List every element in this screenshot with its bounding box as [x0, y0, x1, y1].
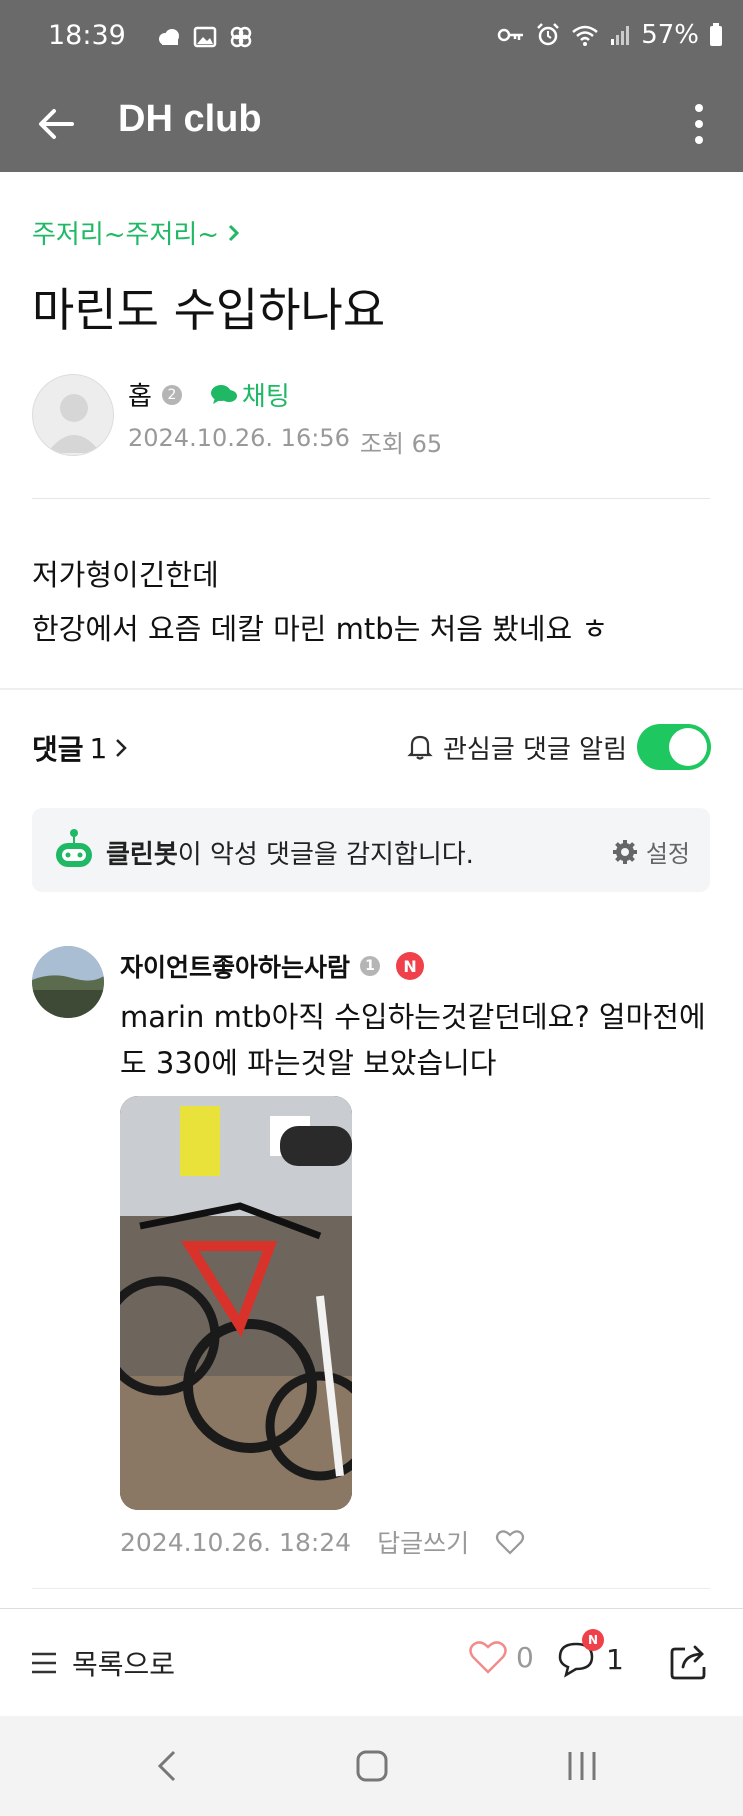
post-views: 조회 65 — [359, 430, 443, 458]
status-time: 18:39 — [48, 20, 126, 51]
like-button[interactable]: 0 — [468, 1639, 534, 1675]
author-row: 홉 2 채팅 — [128, 376, 290, 413]
status-bar: 18:39 57% — [0, 0, 743, 78]
category-label: 주저리~주저리~ — [32, 220, 220, 250]
comment-image[interactable] — [120, 1096, 352, 1510]
cleanbot-setting-label: 설정 — [645, 840, 690, 868]
cleanbot-banner: 클린봇이 악성 댓글을 감지합니다. 설정 — [32, 808, 710, 892]
new-badge: N — [396, 952, 425, 980]
nav-recents-icon[interactable] — [562, 1746, 602, 1786]
alarm-icon — [537, 23, 560, 46]
chevron-right-icon — [116, 739, 128, 757]
nav-back-icon[interactable] — [148, 1746, 188, 1786]
comment-date: 2024.10.26. 18:24 — [120, 1527, 352, 1557]
heart-outline-icon[interactable] — [495, 1528, 525, 1556]
commenter-avatar[interactable] — [32, 946, 104, 1018]
comment-icon-wrap: N — [556, 1629, 604, 1679]
post-body-line: 한강에서 요즘 데칼 마린 mtb는 처음 봤네요 ㅎ — [32, 612, 609, 646]
cloud-icon — [159, 29, 179, 45]
comment-button[interactable]: N 1 — [556, 1629, 624, 1679]
author-level-badge: 2 — [161, 384, 182, 405]
signal-icon — [611, 26, 630, 45]
bicycle-photo — [120, 1096, 352, 1510]
comments-label: 댓글 — [32, 733, 84, 766]
cleanbot-setting-button[interactable]: 설정 — [612, 834, 690, 869]
author-name[interactable]: 홉 — [128, 376, 152, 413]
section-divider — [0, 688, 743, 690]
back-arrow-icon[interactable] — [32, 100, 80, 148]
comment-count: 1 — [606, 1642, 624, 1676]
author-avatar[interactable] — [32, 374, 114, 456]
heart-outline-icon — [469, 1641, 507, 1674]
comment-new-badge: N — [582, 1629, 604, 1651]
comments-header[interactable]: 댓글 1 — [32, 728, 129, 768]
system-nav-bar — [0, 1716, 743, 1816]
comment-level-badge: 1 — [360, 956, 381, 976]
notify-label: 관심글 댓글 알림 — [443, 734, 627, 765]
menu-lines-icon — [32, 1652, 56, 1674]
battery-icon — [710, 23, 722, 46]
key-icon — [497, 28, 524, 42]
nav-home-icon[interactable] — [352, 1746, 392, 1786]
comment-notify-setting: 관심글 댓글 알림 — [407, 724, 711, 770]
gear-icon — [612, 839, 637, 864]
like-count: 0 — [516, 1640, 534, 1674]
comment-meta: 2024.10.26. 18:24 답글쓰기 — [120, 1524, 525, 1560]
post-title: 마린도 수입하나요 — [32, 283, 386, 337]
post-body-line: 저가형이긴한데 — [32, 558, 219, 592]
post-meta: 2024.10.26. 16:56 조회 65 — [128, 424, 442, 459]
app-bar: DH club — [0, 78, 743, 172]
default-avatar-icon — [47, 394, 101, 453]
battery-percent: 57% — [641, 20, 699, 50]
status-left-icons — [156, 24, 254, 50]
bell-icon — [407, 735, 433, 760]
chat-button[interactable]: 채팅 — [210, 376, 290, 413]
comment-text: marin mtb아직 수입하는것같던데요? 얼마전에도 330에 파는것알 보… — [120, 1000, 706, 1080]
app-title: DH club — [118, 98, 262, 140]
post-category-link[interactable]: 주저리~주저리~ — [32, 214, 241, 251]
cleanbot-name: 클린봇 — [106, 840, 178, 870]
divider — [32, 1588, 710, 1589]
comments-count: 1 — [89, 731, 108, 765]
robot-icon — [56, 829, 92, 867]
more-options-icon[interactable] — [687, 98, 711, 150]
wifi-icon — [572, 25, 599, 46]
notify-toggle[interactable] — [637, 724, 711, 770]
comment-author[interactable]: 자이언트좋아하는사람 — [120, 948, 350, 984]
cleanbot-text: 이 악성 댓글을 감지합니다. — [177, 840, 474, 870]
chat-label: 채팅 — [241, 382, 290, 412]
post-body: 저가형이긴한데 한강에서 요즘 데칼 마린 mtb는 처음 봤네요 ㅎ — [32, 548, 608, 656]
share-icon[interactable] — [667, 1639, 711, 1683]
chevron-right-icon — [229, 224, 240, 241]
post-date: 2024.10.26. 16:56 — [128, 424, 350, 452]
commenter-profile-photo — [32, 946, 104, 1018]
comment-author-row: 자이언트좋아하는사람 1 N — [120, 948, 425, 984]
divider — [32, 498, 710, 499]
status-right-icons: 57% — [497, 20, 723, 50]
list-label: 목록으로 — [72, 1648, 176, 1681]
chat-bubble-icon — [210, 384, 237, 404]
cleanbot-message: 클린봇이 악성 댓글을 감지합니다. — [106, 834, 474, 871]
pinwheel-icon — [230, 26, 252, 48]
back-to-list-button[interactable]: 목록으로 — [30, 1643, 175, 1683]
bottom-action-bar: 목록으로 0 N 1 — [0, 1608, 743, 1716]
reply-button[interactable]: 답글쓰기 — [377, 1524, 469, 1560]
gallery-icon — [193, 26, 217, 48]
